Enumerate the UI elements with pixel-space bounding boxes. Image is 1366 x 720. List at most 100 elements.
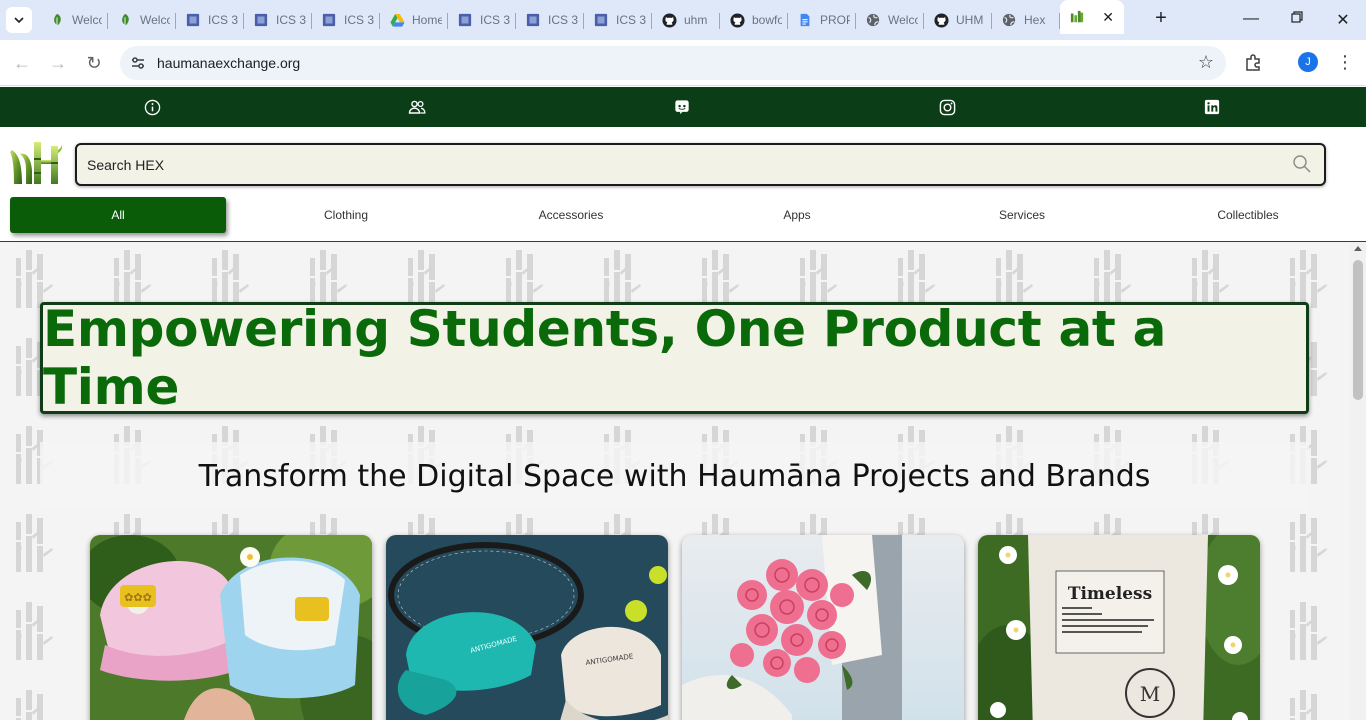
tab-title: bowfolios xyxy=(752,13,782,27)
search-icon[interactable] xyxy=(1292,154,1312,174)
tote-print-text: Timeless xyxy=(1068,584,1152,604)
browser-tab[interactable]: ICS 314 xyxy=(176,6,244,34)
forward-button[interactable]: → xyxy=(46,51,70,75)
page-scrollbar[interactable] xyxy=(1350,242,1366,720)
chevron-down-icon xyxy=(14,17,24,24)
browser-menu-icon[interactable]: ⋮ xyxy=(1336,51,1354,75)
github-favicon-icon xyxy=(933,12,949,28)
course-favicon-icon xyxy=(457,12,473,28)
hex-logo[interactable] xyxy=(10,140,62,186)
browser-tab[interactable]: Home xyxy=(380,6,448,34)
hex-favicon-icon xyxy=(1069,9,1085,25)
new-tab-button[interactable]: + xyxy=(1150,8,1172,30)
tab-search-button[interactable] xyxy=(6,7,32,33)
globe-favicon-icon xyxy=(865,12,881,28)
bookmark-star-icon[interactable]: ☆ xyxy=(1198,52,1214,73)
discord-icon[interactable] xyxy=(673,98,691,116)
category-tab-collectibles[interactable]: Collectibles xyxy=(1138,197,1358,233)
browser-tab[interactable]: ICS 314 xyxy=(516,6,584,34)
category-tab-services[interactable]: Services xyxy=(912,197,1132,233)
browser-tab[interactable]: uhm xyxy=(652,6,720,34)
product-card[interactable]: ✿✿✿ xyxy=(90,535,372,720)
url-text[interactable]: haumanaexchange.org xyxy=(157,55,300,71)
hero-title: Empowering Students, One Product at a Ti… xyxy=(43,300,1167,416)
scrollbar-thumb[interactable] xyxy=(1353,260,1363,400)
tab-active[interactable]: Haumana Exchange✕ xyxy=(1060,0,1124,34)
tab-title: ICS 314 xyxy=(208,13,238,27)
github-favicon-icon xyxy=(729,12,745,28)
subheading: Transform the Digital Space with Haumāna… xyxy=(198,458,1151,494)
tab-list: Welcome Welcome ICS 314 ICS 314 ICS 314 Home I… xyxy=(40,0,1124,40)
timeless-tote-bag-image: Timeless M xyxy=(978,535,1260,720)
browser-tab[interactable]: ICS 314 xyxy=(312,6,380,34)
browser-tab[interactable]: ICS 314 xyxy=(584,6,652,34)
main-content: Empowering Students, One Product at a Ti… xyxy=(0,242,1350,720)
browser-tab[interactable]: Welcome xyxy=(856,6,924,34)
browser-toolbar: ← → ↻ haumanaexchange.org ☆ J ⋮ xyxy=(0,40,1366,86)
browser-tab-strip: Welcome Welcome ICS 314 ICS 314 ICS 314 Home I… xyxy=(0,0,1366,40)
instagram-icon[interactable] xyxy=(938,98,956,116)
browser-tab[interactable]: ICS 314 xyxy=(448,6,516,34)
tab-title: Welcome xyxy=(140,13,170,27)
users-icon[interactable] xyxy=(408,98,426,116)
site-search-box xyxy=(75,143,1326,186)
trucker-hats-image: ✿✿✿ xyxy=(90,535,372,720)
category-tab-accessories[interactable]: Accessories xyxy=(461,197,681,233)
category-tab-all[interactable]: All xyxy=(10,197,226,233)
linkedin-icon[interactable] xyxy=(1203,98,1221,116)
svg-text:✿✿✿: ✿✿✿ xyxy=(124,591,152,604)
drive-favicon-icon xyxy=(389,12,405,28)
category-tab-apps[interactable]: Apps xyxy=(687,197,907,233)
browser-tab[interactable]: Welcome xyxy=(40,6,108,34)
rose-bouquet-image xyxy=(682,535,964,720)
tab-title: uhm xyxy=(684,13,708,27)
browser-tab[interactable]: Hex xyxy=(992,6,1060,34)
tab-title: Welcome xyxy=(72,13,102,27)
site-header: All Clothing Accessories Apps Services C… xyxy=(0,127,1366,242)
back-button[interactable]: ← xyxy=(10,51,34,75)
browser-tab[interactable]: UHM xyxy=(924,6,992,34)
tennis-caps-image: ANTIGOMADE ANTIGOMADE xyxy=(386,535,668,720)
address-bar[interactable]: haumanaexchange.org ☆ xyxy=(120,46,1226,80)
tab-title: UHM xyxy=(956,13,984,27)
leaf-favicon-icon xyxy=(49,12,65,28)
restore-icon xyxy=(1291,11,1303,23)
reload-button[interactable]: ↻ xyxy=(82,51,106,75)
browser-tab[interactable]: Welcome xyxy=(108,6,176,34)
course-favicon-icon xyxy=(525,12,541,28)
tab-title: ICS 314 xyxy=(276,13,306,27)
browser-tab[interactable]: PROPOSAL xyxy=(788,6,856,34)
info-icon[interactable] xyxy=(143,98,161,116)
product-card-row: ✿✿✿ ANTIGOMADE ANTIGOMADE Timeless M xyxy=(90,535,1260,720)
category-tabs: All Clothing Accessories Apps Services C… xyxy=(10,197,1360,234)
tab-title: ICS 314 xyxy=(616,13,646,27)
leaf-favicon-icon xyxy=(117,12,133,28)
browser-tab[interactable]: bowfolios xyxy=(720,6,788,34)
tab-title: ICS 314 xyxy=(548,13,578,27)
product-card[interactable]: Timeless M xyxy=(978,535,1260,720)
tab-title: ICS 314 xyxy=(480,13,510,27)
site-top-bar xyxy=(0,87,1366,127)
restore-button[interactable] xyxy=(1287,10,1307,28)
globe-favicon-icon xyxy=(1001,12,1017,28)
hero-banner: Empowering Students, One Product at a Ti… xyxy=(40,300,1309,416)
minimize-button[interactable]: — xyxy=(1241,10,1261,28)
product-card[interactable] xyxy=(682,535,964,720)
scroll-up-arrow-icon[interactable] xyxy=(1354,246,1362,251)
course-favicon-icon xyxy=(253,12,269,28)
extensions-puzzle-icon[interactable] xyxy=(1243,53,1263,73)
profile-avatar[interactable]: J xyxy=(1298,52,1318,72)
site-search-input[interactable] xyxy=(87,155,1267,175)
tab-title: Welcome xyxy=(888,13,918,27)
category-tab-clothing[interactable]: Clothing xyxy=(236,197,456,233)
subheading-band: Transform the Digital Space with Haumāna… xyxy=(40,442,1309,510)
browser-tab[interactable]: ICS 314 xyxy=(244,6,312,34)
product-card[interactable]: ANTIGOMADE ANTIGOMADE xyxy=(386,535,668,720)
course-favicon-icon xyxy=(321,12,337,28)
course-favicon-icon xyxy=(185,12,201,28)
course-favicon-icon xyxy=(593,12,609,28)
tab-title: PROPOSAL xyxy=(820,13,850,27)
close-tab-icon[interactable]: ✕ xyxy=(1102,9,1114,26)
site-info-icon[interactable] xyxy=(128,53,148,73)
close-window-button[interactable]: ✕ xyxy=(1333,10,1353,30)
